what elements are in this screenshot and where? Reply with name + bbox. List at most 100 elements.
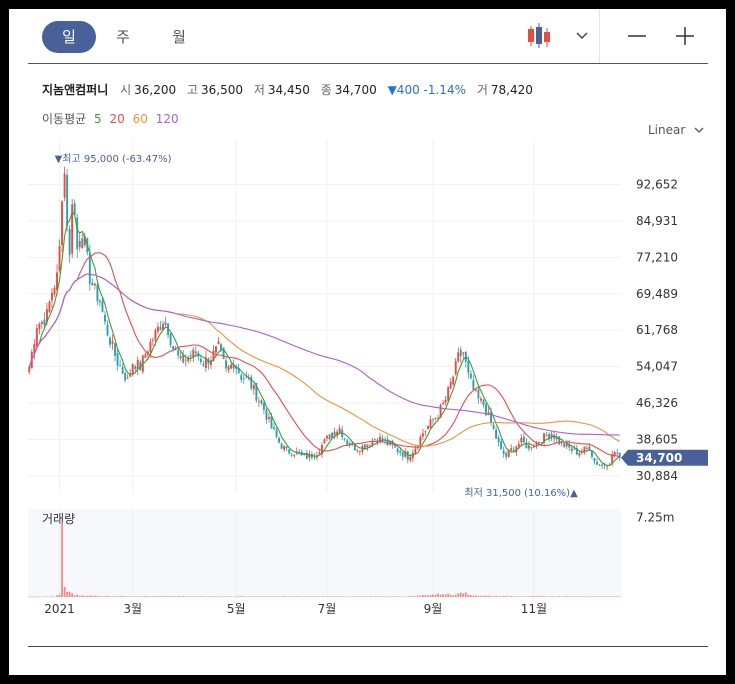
candle-body (101, 301, 104, 312)
candle-body (285, 446, 288, 449)
candle-body (260, 400, 263, 404)
volume-bar (273, 596, 275, 597)
volume-bar (154, 596, 157, 597)
candle-body (469, 373, 472, 379)
candle-body (457, 352, 460, 361)
candle-body (598, 464, 601, 466)
candle-body (512, 449, 515, 451)
volume-bar (437, 593, 439, 597)
volume-bar (56, 595, 58, 597)
volume-bar (245, 596, 248, 598)
candle-body (184, 359, 187, 361)
candle-body (502, 450, 505, 454)
volume-bar (99, 596, 101, 597)
volume-bar (379, 596, 381, 597)
volume-bar (351, 596, 354, 598)
candle-body (93, 283, 96, 286)
volume-bar (588, 596, 591, 598)
volume-bar (73, 595, 76, 597)
candle-body (467, 360, 470, 373)
volume-bar (51, 596, 53, 597)
candle-body (35, 328, 38, 347)
volume-bar (321, 596, 323, 598)
volume-bar (225, 596, 227, 597)
candle-body (421, 433, 424, 437)
volume-bar (414, 596, 417, 597)
x-tick-label: 5월 (227, 602, 246, 616)
volume-bar (366, 596, 369, 598)
volume-bar (434, 594, 437, 597)
candle-body (396, 448, 399, 453)
volume-bar (548, 596, 550, 597)
volume-bar (560, 596, 563, 597)
candle-body (424, 430, 427, 432)
candle-body (192, 349, 195, 358)
volume-bar (46, 596, 48, 598)
volume-bar (35, 596, 38, 598)
candle-body (151, 339, 154, 341)
volume-bar (358, 596, 361, 598)
volume-bar (202, 596, 205, 598)
price-tick-label: 92,652 (636, 178, 678, 192)
candle-body (199, 358, 202, 363)
candle-body (449, 381, 452, 389)
volume-bar (386, 596, 389, 598)
volume-bar (260, 596, 263, 597)
candle-body (374, 439, 376, 441)
volume-bar (459, 592, 462, 597)
candle-body (48, 301, 51, 312)
candle-body (124, 372, 127, 381)
volume-bar (101, 596, 104, 597)
candle-body (459, 349, 462, 357)
volume-bar (318, 596, 321, 598)
price-tick-label: 54,047 (636, 360, 678, 374)
candle-body (262, 402, 265, 410)
volume-bar (497, 596, 500, 597)
price-tick-label: 77,210 (636, 250, 678, 264)
volume-bar (106, 595, 109, 597)
x-tick-label: 7월 (318, 602, 337, 616)
candle-body (454, 360, 457, 375)
volume-bar (538, 596, 540, 597)
volume-bar (255, 596, 258, 598)
volume-bar (116, 596, 119, 597)
volume-bar (159, 596, 162, 597)
volume-bar (78, 595, 81, 597)
volume-bar (581, 596, 583, 597)
chart-widget: 일 주 월 지놈앤컴퍼니 시 36,200 고 36,500 저 34,450 … (9, 9, 726, 675)
volume-bar (215, 596, 217, 598)
volume-bar (265, 596, 268, 598)
candle-body (434, 417, 437, 419)
volume-bar (550, 596, 553, 597)
volume-bar (288, 596, 291, 597)
candle-body (121, 367, 124, 374)
volume-bar (424, 595, 427, 597)
volume-bar (457, 593, 460, 597)
price-chart[interactable]: 92,652 84,931 77,210 69,489 61,768 54,047 46,3… (9, 9, 726, 675)
candle-body (78, 241, 81, 248)
candle-body (179, 356, 182, 358)
volume-bar (356, 596, 359, 597)
candle-body (573, 448, 576, 450)
volume-panel (28, 509, 621, 597)
volume-bar (452, 595, 455, 597)
volume-bar (316, 596, 318, 597)
candle-body (217, 341, 220, 345)
candle-body (280, 443, 283, 449)
candle-body (432, 419, 434, 421)
volume-bar (593, 596, 596, 598)
volume-bar (490, 596, 492, 597)
volume-bar (464, 592, 467, 597)
candle-body (245, 376, 248, 378)
candle-body (472, 380, 475, 390)
volume-bar (134, 596, 137, 597)
volume-bar (275, 596, 278, 598)
volume-bar (328, 596, 331, 597)
candle-body (159, 327, 162, 330)
volume-bar (124, 596, 127, 597)
candle-body (230, 364, 233, 369)
candle-body (116, 353, 119, 366)
volume-bar (573, 596, 576, 597)
volume-bar (310, 596, 313, 597)
candle-body (346, 440, 349, 445)
